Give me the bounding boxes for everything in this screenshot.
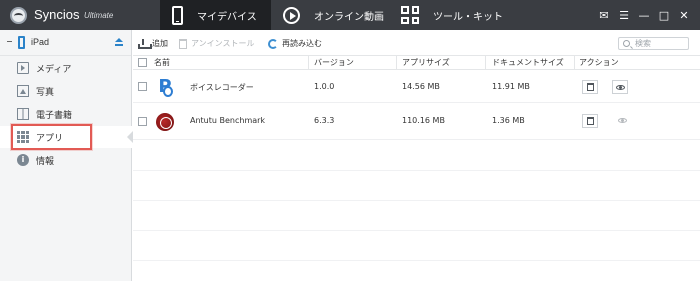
sidebar: iPad メディア 写真 電子書籍 アプリ i 情報 bbox=[0, 30, 133, 281]
maximize-icon[interactable]: □ bbox=[654, 5, 674, 25]
window-controls: ✉ ☰ — □ ✕ bbox=[594, 0, 694, 30]
app-name: ボイスレコーダー bbox=[190, 83, 254, 92]
document-size: 11.91 MB bbox=[492, 82, 530, 91]
trash-icon bbox=[587, 83, 594, 91]
grid-icon bbox=[401, 6, 419, 24]
play-icon bbox=[283, 6, 300, 24]
search-box[interactable] bbox=[618, 37, 689, 50]
select-all-checkbox[interactable] bbox=[138, 58, 147, 67]
eye-icon bbox=[616, 85, 625, 90]
device-name: iPad bbox=[31, 37, 50, 47]
close-icon[interactable]: ✕ bbox=[674, 5, 694, 25]
eject-icon[interactable] bbox=[115, 38, 123, 46]
toolbar: 追加 アンインストール 再読み込む bbox=[133, 30, 700, 56]
header-app-size: アプリサイズ bbox=[402, 58, 450, 67]
table-header: 名前 バージョン アプリサイズ ドキュメントサイズ アクション bbox=[133, 56, 700, 70]
sidebar-item-label: メディア bbox=[36, 65, 72, 75]
sidebar-item-label: アプリ bbox=[36, 134, 64, 144]
sidebar-item-label: 情報 bbox=[36, 157, 55, 167]
menu-icon[interactable]: ☰ bbox=[614, 5, 634, 25]
app-version: 1.0.0 bbox=[314, 82, 335, 91]
add-button[interactable]: 追加 bbox=[138, 37, 168, 50]
tab-toolkit-label: ツール・キット bbox=[433, 11, 503, 23]
search-input[interactable] bbox=[635, 38, 688, 49]
tab-my-device[interactable]: マイデバイス bbox=[160, 0, 271, 30]
minimize-icon[interactable]: — bbox=[634, 5, 654, 25]
tab-toolkit[interactable]: ツール・キット bbox=[389, 0, 519, 30]
book-icon bbox=[17, 108, 29, 120]
search-icon bbox=[623, 40, 630, 47]
column-divider bbox=[574, 56, 575, 70]
view-button[interactable] bbox=[612, 80, 628, 94]
trash-icon bbox=[587, 117, 594, 125]
row-checkbox[interactable] bbox=[138, 82, 147, 91]
tablet-icon bbox=[18, 36, 25, 49]
sidebar-item-media[interactable]: メディア bbox=[0, 57, 132, 79]
app-size: 110.16 MB bbox=[402, 116, 445, 125]
table-row[interactable]: Antutu Benchmark 6.3.3 110.16 MB 1.36 MB bbox=[133, 103, 700, 140]
tab-my-device-label: マイデバイス bbox=[197, 11, 257, 23]
column-divider bbox=[308, 56, 309, 70]
header-document-size: ドキュメントサイズ bbox=[492, 58, 564, 67]
sidebar-item-label: 電子書籍 bbox=[36, 111, 73, 121]
info-icon: i bbox=[17, 154, 29, 166]
top-navigation: マイデバイス オンライン動画 ツール・キット bbox=[160, 0, 519, 30]
trash-icon bbox=[179, 38, 187, 49]
antutu-icon bbox=[156, 113, 174, 131]
apps-icon bbox=[17, 131, 29, 143]
empty-row-divider bbox=[133, 230, 700, 231]
syncios-logo-icon bbox=[10, 7, 27, 24]
sidebar-item-apps[interactable]: アプリ bbox=[0, 126, 133, 148]
reload-label: 再読み込む bbox=[282, 39, 322, 48]
sidebar-item-info[interactable]: i 情報 bbox=[0, 149, 132, 171]
column-divider bbox=[396, 56, 397, 70]
media-icon bbox=[17, 62, 29, 74]
app-title: Syncios bbox=[34, 7, 80, 22]
reload-button[interactable]: 再読み込む bbox=[268, 37, 322, 50]
tab-online-video[interactable]: オンライン動画 bbox=[271, 0, 389, 30]
tab-online-video-label: オンライン動画 bbox=[314, 11, 384, 23]
add-label: 追加 bbox=[152, 39, 168, 48]
photo-icon bbox=[17, 85, 29, 97]
title-bar: Syncios Ultimate マイデバイス オンライン動画 ツール・キット … bbox=[0, 0, 700, 30]
app-version: 6.3.3 bbox=[314, 116, 335, 125]
download-icon bbox=[138, 38, 152, 49]
column-divider bbox=[485, 56, 486, 70]
message-icon[interactable]: ✉ bbox=[594, 5, 614, 25]
voice-recorder-icon: P bbox=[156, 78, 174, 97]
empty-row-divider bbox=[133, 200, 700, 201]
collapse-icon[interactable] bbox=[7, 41, 12, 42]
phone-icon bbox=[172, 5, 183, 25]
eye-icon[interactable] bbox=[618, 118, 627, 123]
row-checkbox[interactable] bbox=[138, 117, 147, 126]
sidebar-item-photos[interactable]: 写真 bbox=[0, 80, 132, 102]
delete-button[interactable] bbox=[582, 80, 598, 94]
empty-row-divider bbox=[133, 170, 700, 171]
sidebar-item-ebooks[interactable]: 電子書籍 bbox=[0, 103, 132, 125]
header-name: 名前 bbox=[154, 58, 170, 67]
app-size: 14.56 MB bbox=[402, 82, 440, 91]
header-actions: アクション bbox=[579, 58, 619, 67]
header-version: バージョン bbox=[314, 58, 354, 67]
refresh-icon bbox=[268, 38, 278, 49]
table-row[interactable]: P ボイスレコーダー 1.0.0 14.56 MB 11.91 MB bbox=[133, 71, 700, 103]
document-size: 1.36 MB bbox=[492, 116, 525, 125]
sidebar-item-label: 写真 bbox=[36, 88, 55, 98]
device-row[interactable]: iPad bbox=[0, 30, 131, 56]
apps-table: 名前 バージョン アプリサイズ ドキュメントサイズ アクション P ボイスレコー… bbox=[133, 56, 700, 261]
main-panel: 追加 アンインストール 再読み込む 名前 バージョン アプリサイズ ドキュメント… bbox=[133, 30, 700, 281]
app-name: Antutu Benchmark bbox=[190, 116, 266, 125]
app-edition: Ultimate bbox=[84, 11, 114, 20]
uninstall-button[interactable]: アンインストール bbox=[179, 37, 255, 50]
empty-row-divider bbox=[133, 260, 700, 261]
uninstall-label: アンインストール bbox=[191, 39, 255, 48]
delete-button[interactable] bbox=[582, 114, 598, 128]
